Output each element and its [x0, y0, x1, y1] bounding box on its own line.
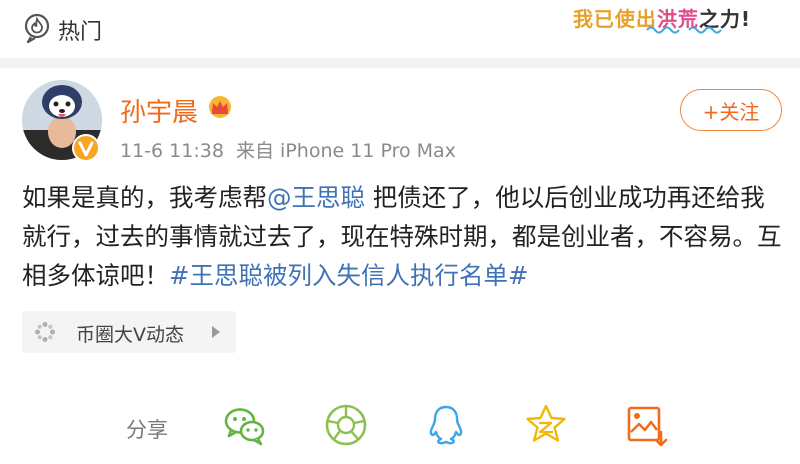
- hot-location-icon[interactable]: [22, 13, 52, 43]
- save-image-icon[interactable]: [623, 402, 669, 448]
- super-topic-card[interactable]: 币圈大V动态: [22, 311, 236, 353]
- hot-tab-label[interactable]: 热门: [58, 14, 102, 46]
- author-name[interactable]: 孙宇晨: [120, 92, 198, 129]
- hashtag-link[interactable]: #王思聪被列入失信人执行名单#: [169, 261, 529, 290]
- moments-icon[interactable]: [323, 402, 369, 448]
- chevron-right-icon: [212, 326, 220, 338]
- mention-link[interactable]: @王思聪: [267, 183, 365, 212]
- wave-decoration-icon: [688, 26, 722, 34]
- sticker-banner: 我已使出洪荒之力!: [538, 2, 786, 36]
- post-text: 如果是真的，我考虑帮@王思聪 把债还了，他以后创业成功再还给我就行，过去的事情就…: [22, 178, 782, 295]
- super-topic-label: 币圈大V动态: [76, 324, 184, 346]
- verified-badge-icon: [72, 134, 100, 162]
- post-date: 11-6 11:38: [120, 140, 224, 162]
- member-crown-icon: [209, 96, 231, 118]
- share-label: 分享: [126, 418, 168, 442]
- post-text-part1: 如果是真的，我考虑帮: [22, 183, 267, 212]
- post-meta: 11-6 11:38 来自 iPhone 11 Pro Max: [120, 136, 456, 163]
- qq-icon[interactable]: [423, 402, 469, 448]
- wechat-icon[interactable]: [222, 402, 268, 448]
- super-topic-icon: [35, 322, 55, 342]
- follow-button[interactable]: +关注: [680, 89, 782, 131]
- qzone-icon[interactable]: [523, 402, 569, 448]
- section-divider: [0, 58, 800, 68]
- post-source: 来自 iPhone 11 Pro Max: [236, 140, 456, 162]
- wave-decoration-icon: [646, 26, 680, 34]
- top-bar: 热门 我已使出洪荒之力!: [0, 0, 800, 58]
- sticker-text-1: 我已使出: [572, 7, 657, 31]
